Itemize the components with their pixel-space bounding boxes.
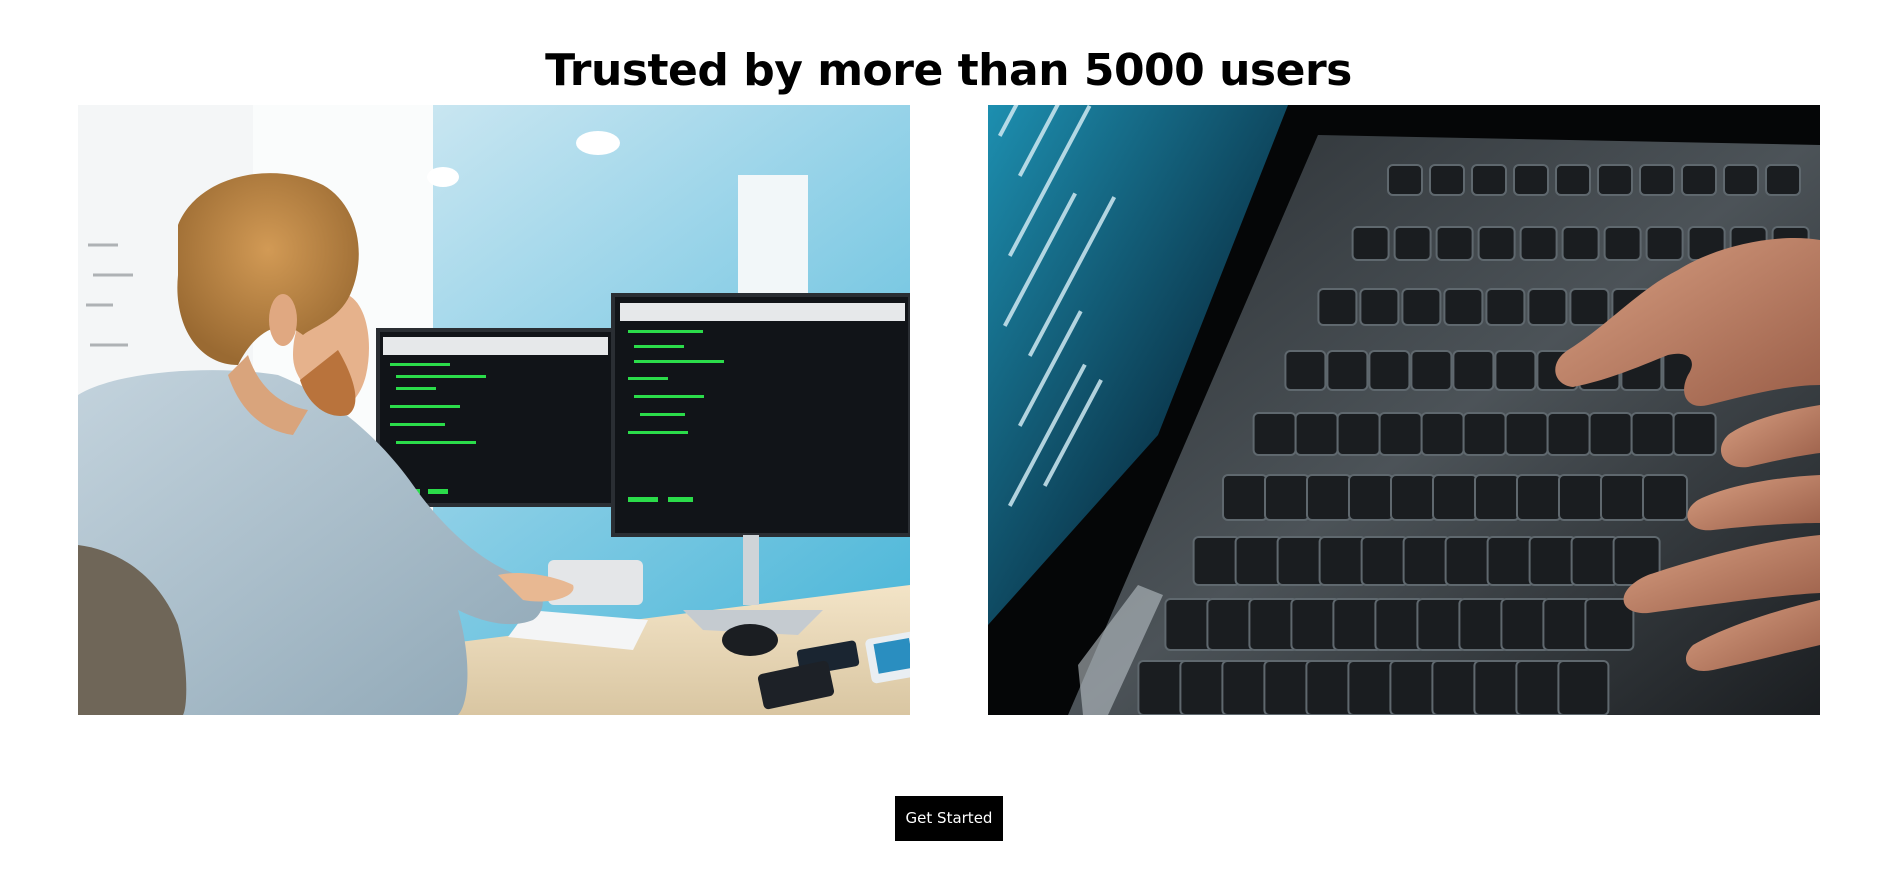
keyboard-key — [1443, 288, 1484, 326]
keyboard-key — [1630, 412, 1675, 456]
keyboard-key — [1672, 412, 1717, 456]
trusted-section: Trusted by more than 5000 users Get Star… — [0, 0, 1897, 891]
keyboard-photo — [988, 105, 1820, 715]
keyboard-key — [1603, 226, 1642, 261]
get-started-button[interactable]: Get Started — [895, 796, 1003, 841]
keyboard-key — [1474, 474, 1520, 521]
keyboard-key — [1336, 412, 1381, 456]
keyboard-key — [1416, 598, 1467, 651]
keyboard-key — [1252, 412, 1297, 456]
keyboard-key — [1477, 226, 1516, 261]
keyboard-key — [1429, 164, 1465, 196]
keyboard-key — [1597, 164, 1633, 196]
keyboard-key — [1284, 350, 1327, 391]
keyboard-key — [1410, 350, 1453, 391]
keyboard-key — [1584, 598, 1635, 651]
keyboard-key — [1500, 598, 1551, 651]
keyboard-key — [1561, 226, 1600, 261]
keyboard-key — [1368, 350, 1411, 391]
keyboard-key — [1588, 412, 1633, 456]
keyboard-key — [1452, 350, 1495, 391]
keyboard-key — [1206, 598, 1257, 651]
keyboard-key — [1393, 226, 1432, 261]
developer-photo-illustration — [78, 105, 910, 715]
keyboard-key — [1528, 536, 1577, 586]
keyboard-key — [1234, 536, 1283, 586]
keyboard-key — [1471, 164, 1507, 196]
keyboard-key — [1435, 226, 1474, 261]
keyboard-key — [1458, 598, 1509, 651]
keyboard-key — [1504, 412, 1549, 456]
keyboard-key — [1546, 412, 1591, 456]
keyboard-key — [1374, 598, 1425, 651]
keyboard-key — [1486, 536, 1535, 586]
keyboard-key — [1276, 536, 1325, 586]
keyboard-key — [1222, 474, 1268, 521]
keyboard-key — [1318, 536, 1367, 586]
keyboard-key — [1570, 536, 1619, 586]
keyboard-key — [1390, 474, 1436, 521]
keyboard-key — [1485, 288, 1526, 326]
keyboard-key — [1306, 474, 1352, 521]
keyboard-key — [1527, 288, 1568, 326]
section-heading: Trusted by more than 5000 users — [545, 45, 1352, 96]
keyboard-key — [1351, 226, 1390, 261]
keyboard-key — [1558, 474, 1604, 521]
keyboard-key — [1192, 536, 1241, 586]
keyboard-key — [1401, 288, 1442, 326]
keyboard-key — [1542, 598, 1593, 651]
keyboard-key — [1248, 598, 1299, 651]
keyboard-key — [1402, 536, 1451, 586]
developer-photo — [78, 105, 910, 715]
keyboard-key — [1494, 350, 1537, 391]
keyboard-key — [1326, 350, 1369, 391]
keyboard-key — [1557, 660, 1610, 715]
keyboard-key — [1387, 164, 1423, 196]
keyboard-key — [1444, 536, 1493, 586]
keyboard-key — [1765, 164, 1801, 196]
keyboard-key — [1642, 474, 1688, 521]
keyboard-key — [1378, 412, 1423, 456]
keyboard-key — [1294, 412, 1339, 456]
keyboard-key — [1569, 288, 1610, 326]
keyboard-key — [1264, 474, 1310, 521]
keyboard-photo-illustration — [988, 105, 1820, 715]
keyboard-key — [1681, 164, 1717, 196]
keyboard-key — [1519, 226, 1558, 261]
keyboard-key — [1317, 288, 1358, 326]
keyboard-key — [1639, 164, 1675, 196]
keyboard-key — [1420, 412, 1465, 456]
keyboard-key — [1164, 598, 1215, 651]
keyboard-key — [1348, 474, 1394, 521]
keyboard-key — [1359, 288, 1400, 326]
keyboard-key — [1513, 164, 1549, 196]
keyboard-key — [1645, 226, 1684, 261]
keyboard-key — [1290, 598, 1341, 651]
keyboard-key — [1462, 412, 1507, 456]
keyboard-key — [1332, 598, 1383, 651]
keyboard-key — [1555, 164, 1591, 196]
keyboard-key — [1600, 474, 1646, 521]
keyboard-key — [1432, 474, 1478, 521]
keyboard-key — [1360, 536, 1409, 586]
keyboard-key — [1516, 474, 1562, 521]
keyboard-key — [1723, 164, 1759, 196]
